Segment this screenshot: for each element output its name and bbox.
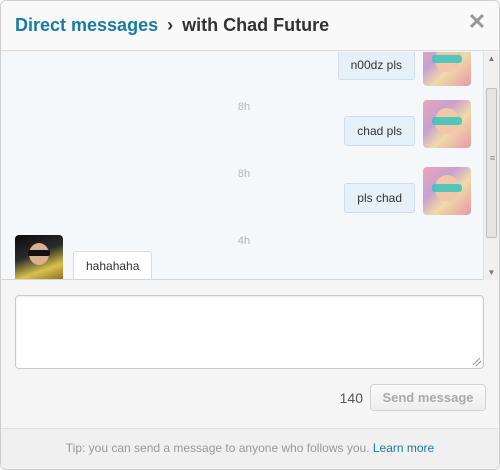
message-bubble: chad pls [344, 116, 415, 146]
message-bubble: n00dz pls [337, 52, 415, 80]
user-avatar[interactable] [423, 52, 471, 86]
message-input[interactable] [15, 295, 484, 369]
dialog-footer: Tip: you can send a message to anyone wh… [1, 428, 499, 469]
user-avatar[interactable] [423, 100, 471, 148]
footer-tip: Tip: you can send a message to anyone wh… [65, 441, 370, 455]
title-separator: › [167, 15, 174, 35]
message-bubble: pls chad [344, 183, 415, 213]
message-bubble: hahahaha [73, 251, 153, 279]
chad-future-avatar[interactable] [15, 235, 63, 279]
user-avatar[interactable] [423, 167, 471, 215]
message-timestamp: 8h [237, 168, 251, 180]
character-count: 140 [339, 390, 363, 406]
message-timestamp: 8h [237, 101, 251, 113]
send-message-button[interactable]: Send message [370, 384, 486, 411]
conversation-thread[interactable]: n00dz pls 8h chad pls 8h pls chad 4h hah… [1, 52, 499, 280]
conversation-title: with Chad Future [182, 15, 330, 35]
scrollbar-thumb[interactable] [486, 88, 498, 238]
direct-messages-link[interactable]: Direct messages [15, 15, 158, 35]
dialog-title: Direct messages › with Chad Future [15, 15, 329, 36]
scroll-up-icon[interactable]: ▲ [484, 52, 499, 66]
learn-more-link[interactable]: Learn more [373, 441, 434, 455]
conversation-scrollbar[interactable]: ▲ ▼ [483, 52, 499, 280]
message-timestamp: 4h [237, 235, 251, 247]
scroll-down-icon[interactable]: ▼ [484, 266, 499, 280]
dialog-header: Direct messages › with Chad Future ✕ [1, 1, 499, 51]
resize-handle-icon[interactable] [473, 358, 481, 366]
direct-messages-dialog: Direct messages › with Chad Future ✕ n00… [0, 0, 500, 470]
close-icon[interactable]: ✕ [467, 11, 487, 33]
